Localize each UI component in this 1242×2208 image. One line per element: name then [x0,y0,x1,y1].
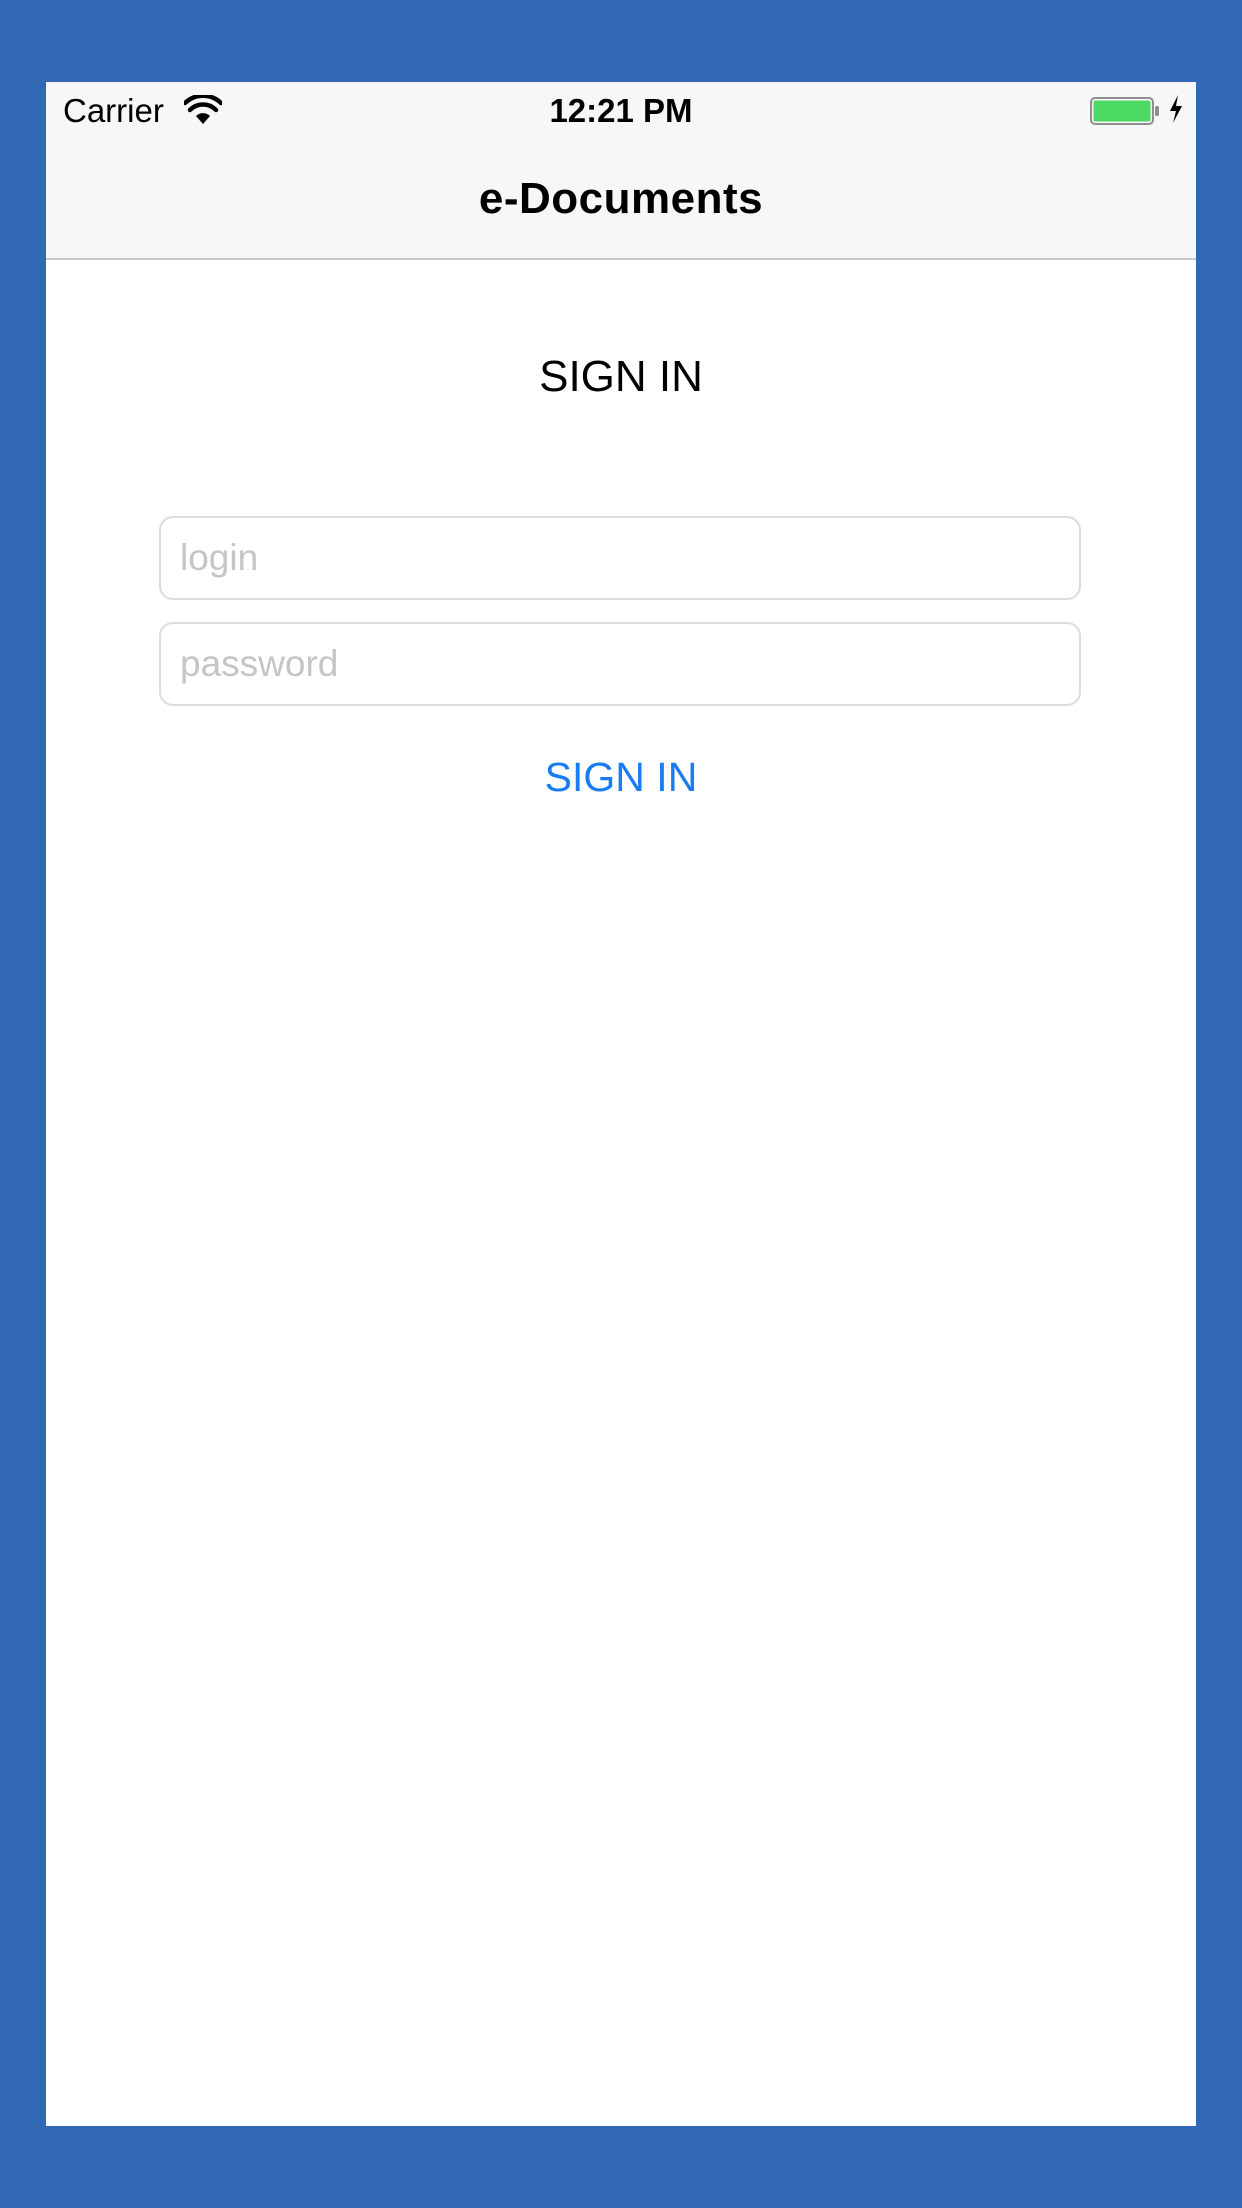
password-input[interactable] [159,622,1081,706]
status-time: 12:21 PM [549,92,693,129]
status-bar: Carrier 12:21 PM [46,82,1196,140]
sign-in-button[interactable]: SIGN IN [466,742,776,812]
sign-in-heading: SIGN IN [539,352,703,401]
charging-bolt-icon [1170,95,1182,123]
battery-icon [1090,97,1159,125]
nav-title: e-Documents [478,174,764,223]
navigation-bar: e-Documents [46,140,1196,260]
phone-screen: Carrier 12:21 PM e-Documents SIGN IN SIG… [46,82,1196,2126]
login-input[interactable] [159,516,1081,600]
